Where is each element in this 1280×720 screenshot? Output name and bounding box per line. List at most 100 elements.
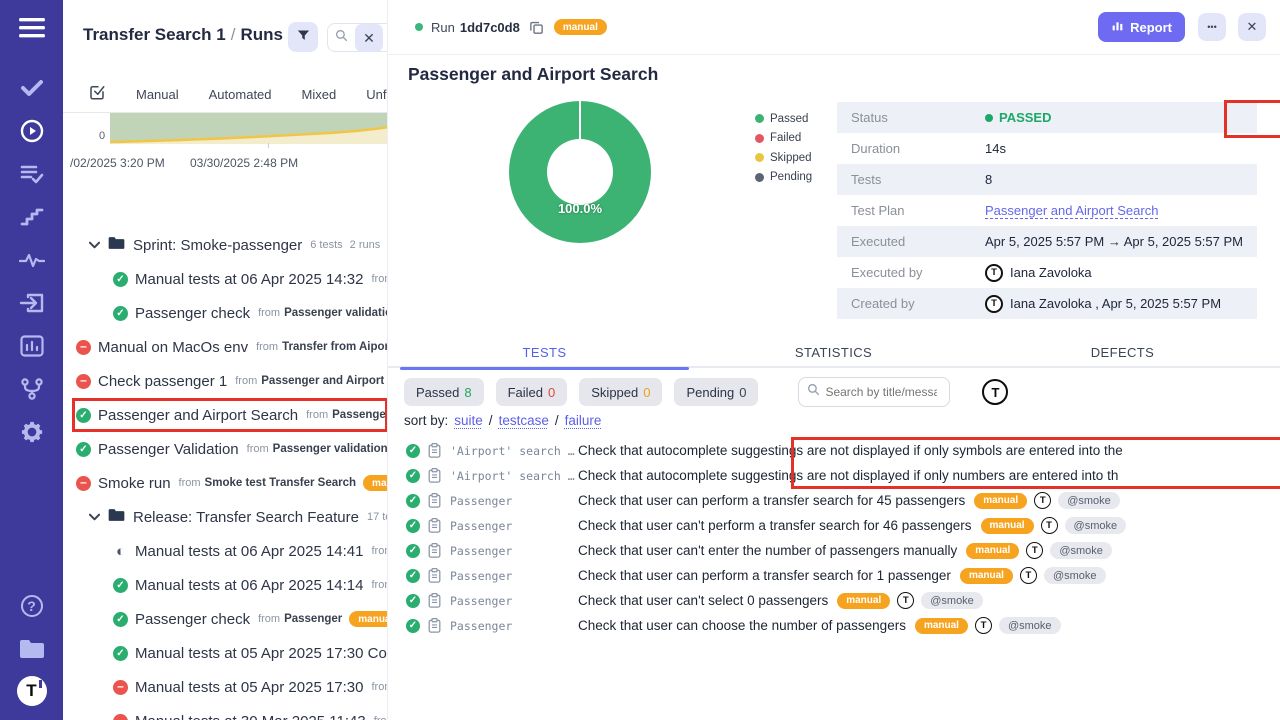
branch-icon[interactable] — [0, 367, 63, 410]
run-tree-item[interactable]: Manual tests at 06 Apr 2025 14:14 from P… — [63, 568, 387, 602]
runs-tab-unfinished[interactable]: Unfinished — [366, 87, 388, 102]
sort-prefix: sort by: — [404, 413, 448, 428]
summary-label: Status — [851, 110, 985, 125]
runs-tab-automated[interactable]: Automated — [209, 87, 272, 102]
select-all-icon[interactable] — [88, 83, 106, 106]
test-row[interactable]: Passenger Check that user can't perform … — [388, 513, 1280, 538]
testcase-icon — [428, 593, 441, 608]
test-type-badge: manual — [960, 568, 1013, 584]
sort-option[interactable]: failure — [565, 413, 602, 428]
run-tree-item[interactable]: Manual tests at 05 Apr 2025 17:30 Copy f… — [63, 636, 387, 670]
test-passed-icon — [406, 494, 420, 508]
run-tree-item[interactable]: Smoke run from Smoke test Transfer Searc… — [63, 466, 387, 500]
test-title: Check that autocomplete suggestings are … — [578, 468, 1118, 483]
test-title: Check that user can choose the number of… — [578, 618, 906, 633]
run-tree-item[interactable]: Passenger check from Passenger manual 6 — [63, 602, 387, 636]
status-filter-chip[interactable]: Failed0 — [496, 378, 568, 406]
run-name: Manual tests at 05 Apr 2025 17:30 Copy — [135, 645, 387, 662]
run-name: Sprint: Smoke-passenger — [133, 237, 302, 254]
sort-option[interactable]: testcase — [499, 413, 549, 428]
test-title: Check that user can't perform a transfer… — [578, 518, 972, 533]
run-tree-item[interactable]: Manual tests at 30 Mar 2025 11:43 from T… — [63, 704, 387, 720]
tests-search-input[interactable] — [825, 385, 937, 399]
test-row[interactable]: 'Airport' search … Check that autocomple… — [388, 438, 1280, 463]
chevron-down-icon[interactable] — [89, 508, 100, 526]
copy-run-id-button[interactable] — [529, 20, 544, 35]
results-icon[interactable] — [0, 152, 63, 195]
app-sidebar: ? T — [0, 0, 63, 720]
runs-tab-manual[interactable]: Manual — [136, 87, 179, 102]
test-passed-icon — [406, 469, 420, 483]
more-actions-button[interactable]: ••• — [1198, 13, 1226, 41]
run-tree-item[interactable]: Manual on MacOs env from Transfer from A… — [63, 330, 387, 364]
summary-row: Tests 8 — [837, 164, 1257, 195]
summary-value: T Iana Zavoloka , Apr 5, 2025 5:57 PM — [985, 295, 1221, 313]
run-tree-item[interactable]: Sprint: Smoke-passenger 6 tests 2 runs — [63, 228, 387, 262]
source-suite: Passenger validation — [284, 307, 387, 319]
run-tree-item[interactable]: Release: Transfer Search Feature 17 test… — [63, 500, 387, 534]
close-run-button[interactable]: ✕ — [1238, 13, 1266, 41]
run-tree-item[interactable]: Manual tests at 06 Apr 2025 14:41 from T… — [63, 534, 387, 568]
help-icon[interactable]: ? — [0, 584, 63, 627]
test-row[interactable]: 'Airport' search … Check that autocomple… — [388, 463, 1280, 488]
tests-icon[interactable] — [0, 66, 63, 109]
breadcrumb-page[interactable]: Runs — [240, 25, 283, 44]
test-row[interactable]: Passenger Check that user can choose the… — [388, 613, 1280, 638]
run-name: Manual tests at 06 Apr 2025 14:32 — [135, 271, 364, 288]
test-row[interactable]: Passenger Check that user can perform a … — [388, 563, 1280, 588]
sort-option[interactable]: suite — [454, 413, 483, 428]
run-tree-item[interactable]: Check passenger 1 from Passenger and Air… — [63, 364, 387, 398]
settings-icon[interactable] — [0, 410, 63, 453]
report-chart-icon — [1111, 19, 1124, 35]
tests-search-box[interactable] — [798, 377, 950, 407]
status-filter-chip[interactable]: Skipped0 — [579, 378, 662, 406]
chart-legend: Passed Failed Skipped Pending — [755, 109, 812, 187]
test-passed-icon — [406, 619, 420, 633]
detail-tab[interactable]: STATISTICS — [689, 338, 978, 368]
summary-label: Tests — [851, 172, 985, 187]
test-row[interactable]: Passenger Check that user can perform a … — [388, 488, 1280, 513]
test-row[interactable]: Passenger Check that user can't enter th… — [388, 538, 1280, 563]
run-tree-item[interactable]: Passenger and Airport Search from Passen… — [63, 398, 387, 432]
app-logo[interactable]: T — [17, 676, 47, 706]
import-run-icon[interactable] — [0, 281, 63, 324]
results-donut-chart: 100.0% — [509, 101, 651, 243]
test-row[interactable]: Passenger Check that user can't select 0… — [388, 588, 1280, 613]
legend-item[interactable]: Skipped — [755, 148, 812, 168]
assignee-filter-avatar[interactable]: T — [982, 379, 1008, 405]
assignee-avatar: T — [1026, 542, 1043, 559]
search-close-button[interactable]: ✕ — [355, 24, 383, 52]
legend-dot — [755, 134, 764, 143]
status-filter-chip[interactable]: Pending0 — [674, 378, 758, 406]
run-tree-item[interactable]: Manual tests at 05 Apr 2025 17:30 from T… — [63, 670, 387, 704]
run-name: Manual on MacOs env — [98, 339, 248, 356]
analytics-icon[interactable] — [0, 324, 63, 367]
filter-button[interactable] — [288, 22, 318, 52]
detail-tab[interactable]: TESTS — [400, 338, 689, 368]
result-filters: Passed8 Failed0 Skipped0 Pending0 T — [404, 377, 1008, 407]
menu-icon[interactable] — [0, 0, 63, 56]
test-type-badge: manual — [981, 518, 1034, 534]
legend-item[interactable]: Failed — [755, 129, 812, 149]
pulse-icon[interactable] — [0, 238, 63, 281]
runs-tab-mixed[interactable]: Mixed — [302, 87, 337, 102]
report-button[interactable]: Report — [1098, 12, 1185, 42]
runs-icon[interactable] — [0, 109, 63, 152]
docs-icon[interactable] — [0, 627, 63, 670]
chevron-down-icon[interactable] — [89, 236, 100, 254]
run-status-icon — [76, 408, 91, 423]
run-tree-item[interactable]: Passenger Validation from Passenger vali… — [63, 432, 387, 466]
test-results-list: 'Airport' search … Check that autocomple… — [388, 438, 1280, 638]
legend-item[interactable]: Passed — [755, 109, 812, 129]
folder-icon — [108, 236, 125, 255]
steps-icon[interactable] — [0, 195, 63, 238]
run-tree-item[interactable]: Manual tests at 06 Apr 2025 14:32 from P… — [63, 262, 387, 296]
suite-name: Passenger — [450, 619, 578, 633]
suite-name: 'Airport' search … — [450, 444, 578, 458]
status-filter-chip[interactable]: Passed8 — [404, 378, 484, 406]
legend-item[interactable]: Pending — [755, 168, 812, 188]
run-tree-item[interactable]: Passenger check from Passenger validatio… — [63, 296, 387, 330]
detail-tab[interactable]: DEFECTS — [978, 338, 1267, 368]
run-name: Manual tests at 06 Apr 2025 14:14 — [135, 577, 364, 594]
breadcrumb-project[interactable]: Transfer Search 1 — [83, 25, 226, 44]
